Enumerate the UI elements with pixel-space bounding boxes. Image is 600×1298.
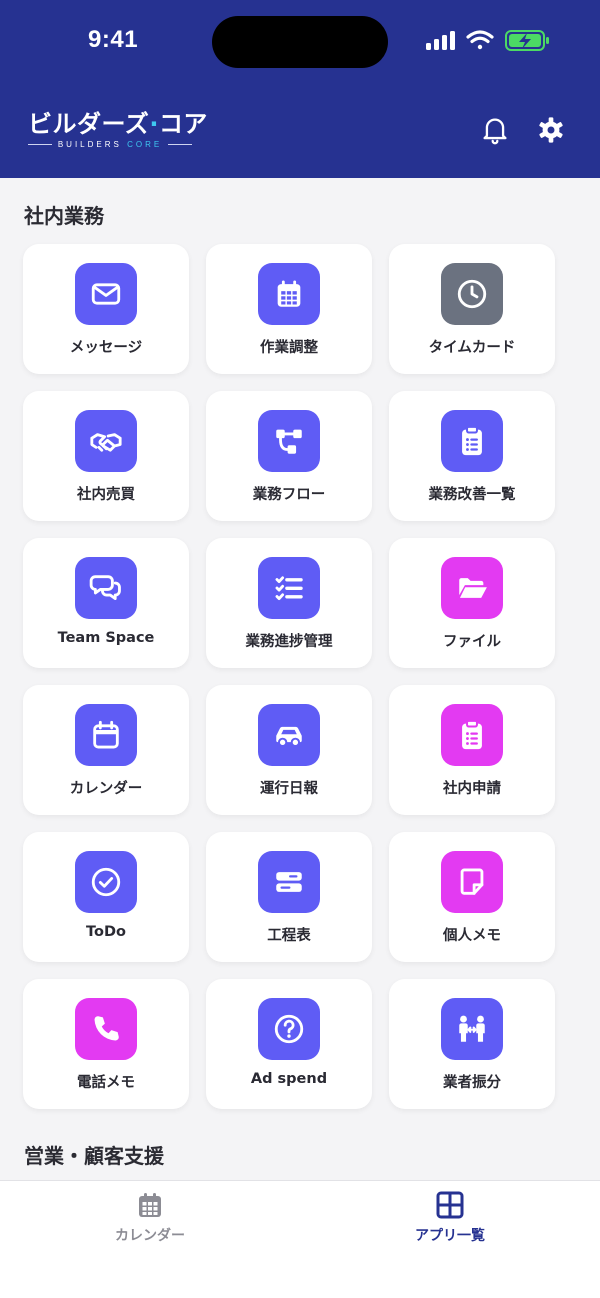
schedule-bars-icon	[276, 872, 302, 892]
tab-app-list[interactable]: アプリ一覧	[300, 1181, 600, 1261]
brand-logo: ビルダーズ·コア BUILDERS CORE	[28, 110, 207, 150]
status-icons	[426, 30, 549, 51]
app-card-18[interactable]: 業者振分	[389, 979, 555, 1109]
logo-tail: コア	[158, 110, 208, 138]
folder-open-icon	[459, 578, 487, 598]
app-card-2[interactable]: 作業調整	[206, 244, 372, 374]
section-title-internal: 社内業務	[24, 204, 104, 228]
calendar-grid-icon	[139, 1193, 161, 1217]
app-tile	[258, 998, 320, 1060]
app-card-8[interactable]: 業務進捗管理	[206, 538, 372, 668]
logo-main: ビルダーズ	[28, 110, 150, 138]
app-card-label: 運行日報	[260, 781, 318, 797]
app-tile	[75, 704, 137, 766]
app-card-label: ファイル	[443, 634, 501, 650]
tab-calendar[interactable]: カレンダー	[0, 1181, 300, 1261]
app-tile	[75, 410, 137, 472]
checklist-icon	[275, 576, 303, 601]
status-time: 9:41	[88, 26, 139, 53]
logo-sub-a: BUILDERS	[57, 140, 128, 149]
wifi-icon	[466, 30, 494, 50]
app-tile	[258, 704, 320, 766]
logo-dot: ·	[149, 110, 159, 138]
section-title-sales: 営業・顧客支援	[24, 1144, 164, 1168]
app-card-3[interactable]: タイムカード	[389, 244, 555, 374]
app-grid: メッセージ 作業調整 タイムカード社内売買 業務フロー 業務改善一覧 Team Space…	[23, 244, 555, 1109]
people-exchange-icon	[459, 1015, 485, 1042]
app-card-7[interactable]: Team Space	[23, 538, 189, 668]
logo-sub-b: CORE	[127, 140, 163, 149]
clipboard-list-icon	[462, 719, 482, 750]
app-card-11[interactable]: 運行日報	[206, 685, 372, 815]
phone-icon	[94, 1016, 119, 1041]
app-card-4[interactable]: 社内売買	[23, 391, 189, 521]
battery-charging-icon	[505, 30, 549, 51]
app-tile	[258, 851, 320, 913]
app-tile	[258, 263, 320, 325]
tab-calendar-label: カレンダー	[115, 1228, 185, 1244]
app-card-label: メッセージ	[69, 340, 143, 356]
app-card-label: 個人メモ	[443, 928, 501, 944]
app-card-label: タイムカード	[428, 340, 516, 356]
app-card-label: Ad spend	[250, 1071, 328, 1087]
app-tile	[258, 410, 320, 472]
app-card-label: 業務進捗管理	[245, 634, 333, 650]
app-card-label: ToDo	[86, 924, 126, 940]
tab-app-list-label: アプリ一覧	[415, 1228, 485, 1244]
app-card-label: Team Space	[57, 630, 155, 646]
settings-button[interactable]	[535, 114, 567, 146]
app-tile	[258, 557, 320, 619]
app-card-13[interactable]: ToDo	[23, 832, 189, 962]
app-card-1[interactable]: メッセージ	[23, 244, 189, 374]
app-tile	[441, 704, 503, 766]
app-card-label: 作業調整	[260, 340, 318, 356]
app-tile	[441, 557, 503, 619]
app-tile	[441, 851, 503, 913]
calendar-grid-icon	[277, 280, 301, 307]
app-card-label: 工程表	[267, 928, 311, 944]
bell-icon	[483, 118, 507, 145]
app-card-17[interactable]: Ad spend	[206, 979, 372, 1109]
app-header: 9:41 ビルダーズ·コア BUILDERS CORE	[0, 0, 600, 178]
chat-bubbles-icon	[89, 575, 121, 601]
notifications-button[interactable]	[479, 114, 511, 146]
app-card-label: 社内申請	[443, 781, 501, 797]
app-tile	[75, 851, 137, 913]
check-circle-icon	[91, 867, 121, 897]
app-tile	[75, 557, 137, 619]
tab-bar: カレンダー アプリ一覧	[0, 1180, 600, 1298]
handshake-icon	[90, 433, 122, 452]
app-card-15[interactable]: 個人メモ	[389, 832, 555, 962]
app-tile	[75, 263, 137, 325]
note-icon	[460, 868, 484, 895]
app-tile	[75, 998, 137, 1060]
app-card-label: 業務フロー	[252, 487, 326, 503]
app-card-label: 社内売買	[77, 487, 135, 503]
mail-icon	[91, 283, 121, 305]
app-tile	[441, 998, 503, 1060]
app-card-16[interactable]: 電話メモ	[23, 979, 189, 1109]
calendar-icon	[93, 720, 119, 749]
signal-icon	[426, 31, 455, 50]
app-tile	[441, 410, 503, 472]
app-grid-icon	[436, 1191, 464, 1219]
dynamic-island	[212, 16, 388, 68]
app-card-6[interactable]: 業務改善一覧	[389, 391, 555, 521]
clipboard-list-icon	[462, 425, 482, 456]
app-card-12[interactable]: 社内申請	[389, 685, 555, 815]
app-card-label: 業者振分	[443, 1075, 501, 1091]
app-card-5[interactable]: 業務フロー	[206, 391, 372, 521]
gear-icon	[539, 117, 563, 143]
app-card-9[interactable]: ファイル	[389, 538, 555, 668]
app-tile	[441, 263, 503, 325]
app-card-10[interactable]: カレンダー	[23, 685, 189, 815]
clock-icon	[457, 279, 487, 309]
app-card-label: 業務改善一覧	[428, 487, 516, 503]
car-icon	[276, 726, 302, 748]
help-circle-icon	[274, 1014, 304, 1044]
flow-icon	[276, 429, 302, 454]
app-card-14[interactable]: 工程表	[206, 832, 372, 962]
app-card-label: カレンダー	[69, 781, 143, 797]
app-card-label: 電話メモ	[77, 1075, 135, 1091]
